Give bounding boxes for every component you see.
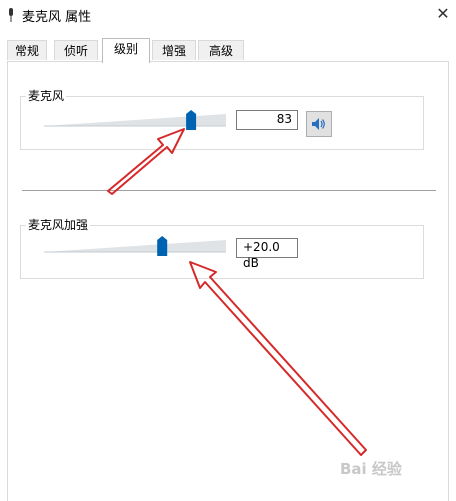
close-icon: ✕ xyxy=(436,4,450,23)
tab-strip: 常规 侦听 级别 增强 高级 xyxy=(0,38,456,63)
window-title: 麦克风 属性 xyxy=(22,10,92,25)
microphone-level-value[interactable]: 83 xyxy=(236,110,298,130)
microphone-label: 麦克风 xyxy=(26,89,67,103)
tab-advanced[interactable]: 高级 xyxy=(198,40,244,60)
tab-listen[interactable]: 侦听 xyxy=(54,40,98,60)
title-bar: 麦克风 属性 ✕ xyxy=(0,0,456,30)
microphone-slider-thumb[interactable] xyxy=(186,110,197,130)
microphone-boost-label: 麦克风加强 xyxy=(26,218,91,232)
microphone-icon xyxy=(9,8,13,22)
watermark: Bai 经验 xyxy=(340,460,402,478)
microphone-boost-slider[interactable] xyxy=(44,236,226,258)
separator xyxy=(22,190,436,191)
tab-levels[interactable]: 级别 xyxy=(102,38,150,63)
close-button[interactable]: ✕ xyxy=(432,2,454,26)
microphone-level-slider[interactable] xyxy=(44,110,226,132)
microphone-boost-value[interactable]: +20.0 dB xyxy=(236,238,298,270)
tab-general[interactable]: 常规 xyxy=(7,40,47,60)
tab-enhancements[interactable]: 增强 xyxy=(152,40,196,60)
boost-slider-thumb[interactable] xyxy=(157,236,168,256)
mute-button[interactable] xyxy=(306,111,332,137)
speaker-icon xyxy=(312,118,325,130)
